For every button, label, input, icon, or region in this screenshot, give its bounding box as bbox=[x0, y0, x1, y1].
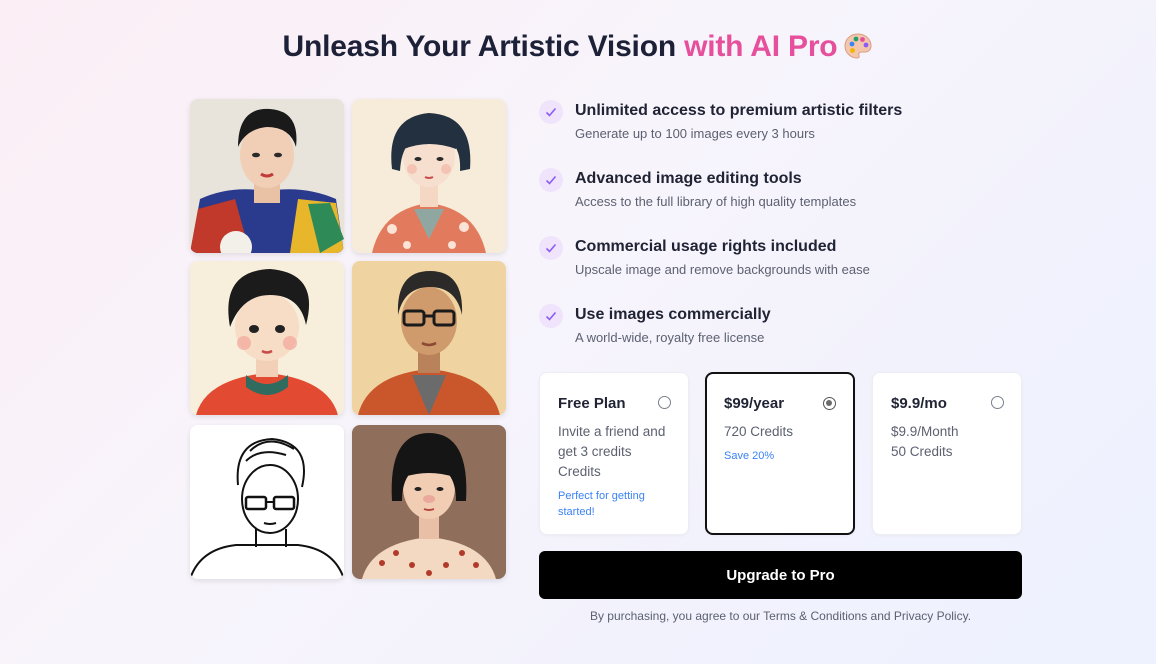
upgrade-button[interactable]: Upgrade to Pro bbox=[539, 551, 1022, 599]
feature-description: Generate up to 100 images every 3 hours bbox=[575, 126, 815, 141]
gallery-tile-2 bbox=[352, 99, 506, 253]
portrait-image bbox=[352, 99, 506, 253]
portrait-image bbox=[352, 261, 506, 415]
palette-icon bbox=[843, 32, 873, 68]
feature-description: Upscale image and remove backgrounds wit… bbox=[575, 262, 870, 277]
plan-card-monthly[interactable]: $9.9/mo $9.9/Month 50 Credits bbox=[872, 372, 1022, 535]
feature-title: Advanced image editing tools bbox=[575, 170, 802, 187]
gallery-tile-4 bbox=[352, 261, 506, 415]
portrait-image bbox=[352, 425, 506, 579]
feature-description: A world-wide, royalty free license bbox=[575, 330, 765, 345]
portrait-image bbox=[190, 261, 344, 415]
check-icon bbox=[539, 236, 563, 260]
check-icon bbox=[539, 304, 563, 328]
plan-name: $99/year bbox=[724, 395, 785, 412]
feature-description: Access to the full library of high quali… bbox=[575, 194, 857, 209]
gallery-tile-5 bbox=[190, 425, 344, 579]
plan-note: Perfect for getting started! bbox=[558, 490, 645, 518]
plan-card-free[interactable]: Free Plan Invite a friend and get 3 cred… bbox=[539, 372, 689, 535]
plan-price-line: $9.9/Month bbox=[891, 424, 959, 439]
feature-title: Commercial usage rights included bbox=[575, 238, 837, 255]
portrait-image bbox=[190, 425, 344, 579]
feature-title: Use images commercially bbox=[575, 306, 771, 323]
plan-name: Free Plan bbox=[558, 395, 626, 412]
plan-description: 720 Credits bbox=[724, 424, 794, 439]
gallery-tile-1 bbox=[190, 99, 344, 253]
feature-title: Unlimited access to premium artistic fil… bbox=[575, 102, 903, 119]
gallery-tile-6 bbox=[352, 425, 506, 579]
plan-name: $9.9/mo bbox=[891, 395, 947, 412]
page-title: Unleash Your Artistic Vision with AI Pro bbox=[0, 30, 1156, 68]
plan-radio-selected[interactable] bbox=[823, 397, 836, 410]
portrait-image bbox=[190, 99, 344, 253]
gallery-tile-3 bbox=[190, 261, 344, 415]
title-accent: with AI Pro bbox=[684, 30, 838, 63]
plan-credits-line: 50 Credits bbox=[891, 444, 953, 459]
plan-description: Invite a friend and get 3 credits Credit… bbox=[558, 424, 666, 479]
check-icon bbox=[539, 168, 563, 192]
title-main: Unleash Your Artistic Vision bbox=[282, 30, 685, 63]
plan-radio[interactable] bbox=[658, 396, 671, 409]
portrait-gallery bbox=[190, 99, 507, 579]
plan-card-yearly[interactable]: $99/year 720 Credits Save 20% bbox=[705, 372, 855, 535]
plan-description: $9.9/Month 50 Credits bbox=[891, 422, 1003, 462]
plan-note: Save 20% bbox=[724, 450, 775, 462]
legal-text: By purchasing, you agree to our Terms & … bbox=[589, 609, 972, 623]
check-icon bbox=[539, 100, 563, 124]
plan-radio[interactable] bbox=[991, 396, 1004, 409]
